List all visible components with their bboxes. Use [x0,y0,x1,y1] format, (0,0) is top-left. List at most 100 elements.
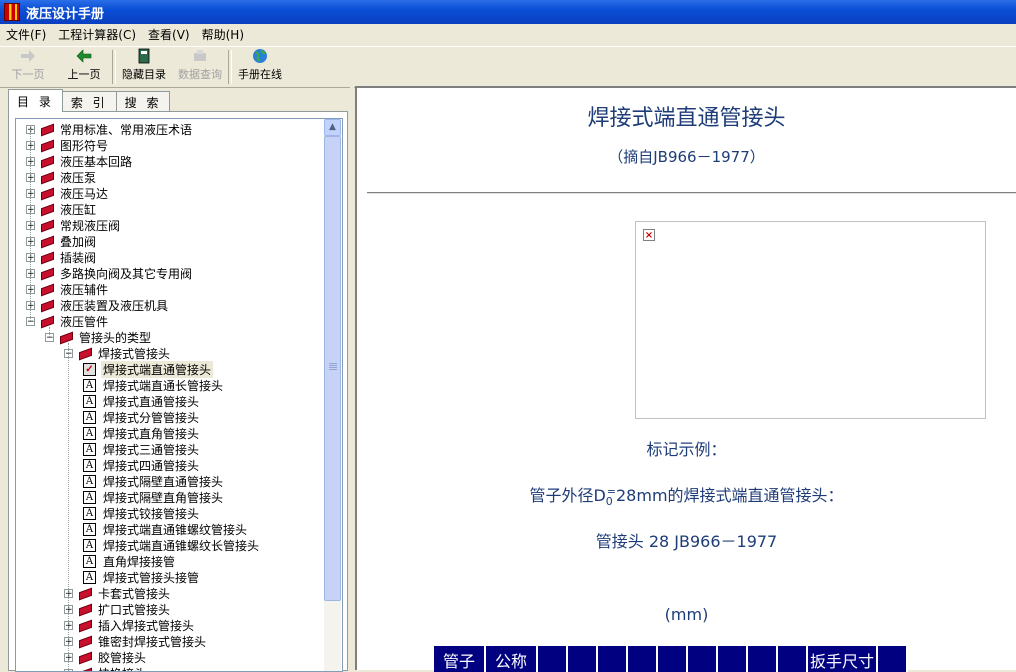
toolbar: 下一页 上一页 隐藏目录 数据查询 手册在线 [0,46,1016,88]
toc-tree-view: +常用标准、常用液压术语+图形符号+液压基本回路+液压泵+液压马达+液压缸+常规… [15,118,343,672]
tree-node-page[interactable]: ✓焊接式端直通管接头 [83,361,213,377]
tree-node-page[interactable]: A 焊接式四通管接头 [83,457,201,473]
table-header-cell [628,646,658,672]
book-icon [135,48,153,64]
tree-node-page[interactable]: A 焊接式直通管接头 [83,393,201,409]
prev-page-button[interactable]: 上一页 [56,47,112,85]
tree-node-page[interactable]: A焊接式隔壁直角管接头 [83,489,225,505]
tree-node-top[interactable]: −液压管件 [26,313,110,329]
hide-toc-button[interactable]: 隐藏目录 [116,47,172,85]
arrow-left-icon [75,48,93,64]
scroll-thumb[interactable] [324,136,341,601]
tree-node-top[interactable]: +液压马达 [26,185,110,201]
table-header-cell [568,646,598,672]
menu-view[interactable]: 查看(V) [142,26,196,43]
data-query-button[interactable]: 数据查询 [172,47,228,85]
scroll-up-button[interactable]: ▲ [324,119,341,136]
tree-node-label: 焊接式分管管接头 [101,409,201,426]
tree-node-page[interactable]: A焊接式铰接管接头 [83,505,201,521]
page-icon: A [83,539,96,552]
tree-node-sibling[interactable]: +胶管接头 [64,649,148,665]
tree-node-sibling[interactable]: +卡套式管接头 [64,585,172,601]
tree-node-page[interactable]: A焊接式端直通锥螺纹长管接头 [83,537,261,553]
online-manual-button[interactable]: 手册在线 [232,47,288,85]
tree-node-label: 液压辅件 [58,281,110,298]
book-icon [79,620,92,631]
page-icon: A [83,379,96,392]
tree-node-label: 焊接式直通管接头 [101,393,201,410]
online-manual-label: 手册在线 [238,66,282,82]
page-icon: A [83,395,96,408]
table-header-cell [688,646,718,672]
tree-node-sibling[interactable]: +快换接头 [64,665,148,672]
tree-node-page[interactable]: A焊接式隔壁直通管接头 [83,473,225,489]
tree-node-top[interactable]: +液压辅件 [26,281,110,297]
tab-contents[interactable]: 目 录 [8,89,63,112]
tree-node-sub[interactable]: −管接头的类型 [45,329,153,345]
tree-node-top[interactable]: +常用标准、常用液压术语 [26,121,194,137]
tree-node-page[interactable]: A直角焊接接管 [83,553,177,569]
book-icon [41,236,54,247]
tree-node-subsub[interactable]: −焊接式管接头 [64,345,172,361]
page-icon: A [83,427,96,440]
globe-icon [251,48,269,64]
tree-node-top[interactable]: +液压基本回路 [26,153,134,169]
book-icon [41,172,54,183]
title-bar: 液压设计手册 [0,0,1016,24]
tree-node-label: 焊接式四通管接头 [101,457,201,474]
page-subtitle: （摘自JB966－1977） [357,146,1016,167]
tab-index[interactable]: 索 引 [62,91,117,112]
book-icon [41,204,54,215]
app-icon [4,3,20,21]
tree-node-sibling[interactable]: +锥密封焊接式管接头 [64,633,208,649]
tree-node-page[interactable]: A焊接式端直通长管接头 [83,377,225,393]
tree-node-page[interactable]: A焊接式分管管接头 [83,409,201,425]
page-icon: A [83,507,96,520]
tree-node-top[interactable]: +液压泵 [26,169,98,185]
vertical-scrollbar[interactable]: ▲ [324,119,341,671]
tree-node-label: 焊接式隔壁直通管接头 [101,473,225,490]
tree-node-top[interactable]: +插装阀 [26,249,98,265]
tab-search[interactable]: 搜 索 [116,91,171,112]
tree-node-label: 快换接头 [96,665,148,672]
tree-node-label: 直角焊接接管 [101,553,177,570]
page-icon: A [83,459,96,472]
book-icon [79,652,92,663]
tree-node-top[interactable]: +图形符号 [26,137,110,153]
book-icon [41,220,54,231]
tree-node-label: 液压马达 [58,185,110,202]
unit-label: (mm) [357,605,1016,624]
tree-node-label: 焊接式端直通锥螺纹管接头 [101,521,249,538]
tree-node-label: 锥密封焊接式管接头 [96,633,208,650]
tree-node-page[interactable]: A焊接式三通管接头 [83,441,201,457]
menu-calculator[interactable]: 工程计算器(C) [52,26,142,43]
tree-node-sibling[interactable]: +扩口式管接头 [64,601,172,617]
tree-node-top[interactable]: +液压缸 [26,201,98,217]
book-icon [79,636,92,647]
tree-node-label: 焊接式三通管接头 [101,441,201,458]
tree-node-top[interactable]: +液压装置及液压机具 [26,297,170,313]
tree-node-label: 插装阀 [58,249,98,266]
tree-node-page[interactable]: A焊接式管接头接管 [83,569,201,585]
tree-node-label: 液压基本回路 [58,153,134,170]
tree-node-sibling[interactable]: +插入焊接式管接头 [64,617,196,633]
menu-file[interactable]: 文件(F) [0,26,52,43]
table-header-cell [538,646,568,672]
diagram-image-placeholder: × [635,221,986,419]
menu-help[interactable]: 帮助(H) [196,26,250,43]
checked-page-icon: ✓ [83,363,96,376]
table-header-cell [598,646,628,672]
tree-node-page[interactable]: A焊接式直角管接头 [83,425,201,441]
menu-bar: 文件(F) 工程计算器(C) 查看(V) 帮助(H) [0,24,1016,44]
book-icon [41,268,54,279]
tree-node-top[interactable]: +多路换向阀及其它专用阀 [26,265,194,281]
tree-node-top[interactable]: +叠加阀 [26,233,98,249]
page-icon: A [83,523,96,536]
divider [367,192,1016,194]
pane-splitter[interactable] [350,86,354,670]
next-page-button[interactable]: 下一页 [0,47,56,85]
tree-node-top[interactable]: +常规液压阀 [26,217,122,233]
mark-example-text: 管子外径D0=28mm的焊接式端直通管接头： [357,482,1016,508]
page-icon: A [83,491,96,504]
tree-node-page[interactable]: A 焊接式端直通锥螺纹管接头 [83,521,249,537]
